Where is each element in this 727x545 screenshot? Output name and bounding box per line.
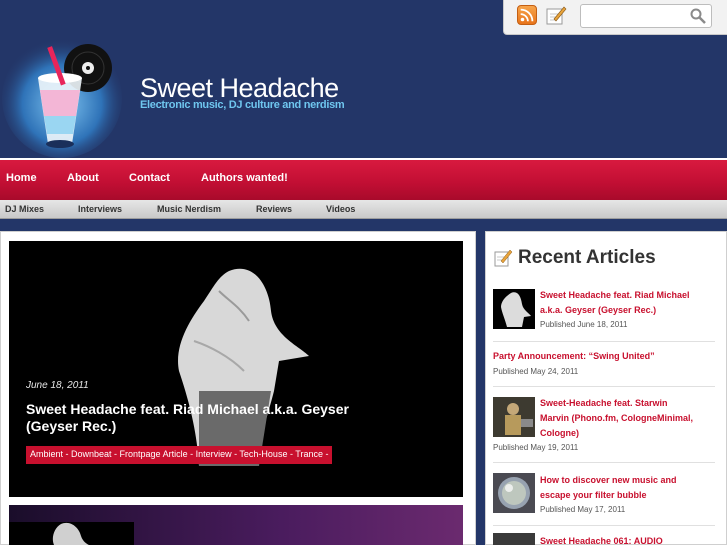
- second-article-preview[interactable]: [9, 505, 463, 545]
- article-date: Published May 24, 2011: [493, 367, 579, 376]
- pencil-note-icon: [494, 249, 513, 267]
- article-title[interactable]: Sweet-Headache feat. Starwin: [540, 396, 668, 411]
- divider: [493, 525, 715, 526]
- featured-article[interactable]: June 18, 2011 Sweet Headache feat. Riad …: [9, 241, 463, 497]
- nav-interviews[interactable]: Interviews: [78, 204, 122, 214]
- article-title[interactable]: Sweet Headache 061: AUDIO: [540, 534, 663, 545]
- article-title[interactable]: Party Announcement: “Swing United”: [493, 349, 655, 364]
- article-title[interactable]: Sweet Headache feat. Riad Michael: [540, 288, 690, 303]
- divider: [493, 462, 715, 463]
- nav-videos[interactable]: Videos: [326, 204, 355, 214]
- main-navigation: Home About Contact Authors wanted!: [0, 158, 727, 200]
- category-navigation: DJ Mixes Interviews Music Nerdism Review…: [0, 200, 727, 219]
- nav-about[interactable]: About: [67, 172, 99, 184]
- article-date: Published June 18, 2011: [540, 320, 628, 329]
- header-tools: [503, 0, 727, 35]
- nav-music-nerdism[interactable]: Music Nerdism: [157, 204, 221, 214]
- article-date: Published May 17, 2011: [540, 505, 626, 514]
- magnifier-icon[interactable]: [690, 8, 706, 24]
- nav-authors-wanted[interactable]: Authors wanted!: [201, 172, 288, 184]
- article-date: Published May 19, 2011: [493, 443, 579, 452]
- pencil-note-icon[interactable]: [545, 4, 567, 26]
- site-tagline: Electronic music, DJ culture and nerdism: [140, 99, 345, 111]
- divider: [493, 386, 715, 387]
- article-title[interactable]: escape your filter bubble: [540, 488, 647, 503]
- featured-title[interactable]: Sweet Headache feat. Riad Michael a.k.a.…: [26, 401, 386, 435]
- nav-dj-mixes[interactable]: DJ Mixes: [5, 204, 44, 214]
- featured-image: [178, 268, 309, 466]
- second-article-thumbnail: [9, 522, 134, 545]
- article-thumbnail[interactable]: [493, 533, 535, 545]
- nav-home[interactable]: Home: [6, 172, 37, 184]
- featured-tags[interactable]: Ambient - Downbeat - Frontpage Article -…: [26, 446, 333, 464]
- article-thumbnail[interactable]: [493, 397, 535, 437]
- article-thumbnail[interactable]: [493, 473, 535, 513]
- article-title[interactable]: a.k.a. Geyser (Geyser Rec.): [540, 303, 656, 318]
- featured-date: June 18, 2011: [26, 380, 89, 391]
- site-header: Sweet Headache Electronic music, DJ cult…: [0, 0, 727, 158]
- milkshake-record-logo-icon[interactable]: [0, 38, 125, 158]
- rss-icon[interactable]: [517, 5, 537, 25]
- nav-contact[interactable]: Contact: [129, 172, 170, 184]
- recent-articles-heading: Recent Articles: [518, 247, 656, 268]
- article-title[interactable]: Marvin (Phono.fm, CologneMinimal,: [540, 411, 693, 426]
- article-thumbnail[interactable]: [493, 289, 535, 329]
- article-title[interactable]: Cologne): [540, 426, 579, 441]
- nav-reviews[interactable]: Reviews: [256, 204, 292, 214]
- article-title[interactable]: How to discover new music and: [540, 473, 677, 488]
- divider: [493, 341, 715, 342]
